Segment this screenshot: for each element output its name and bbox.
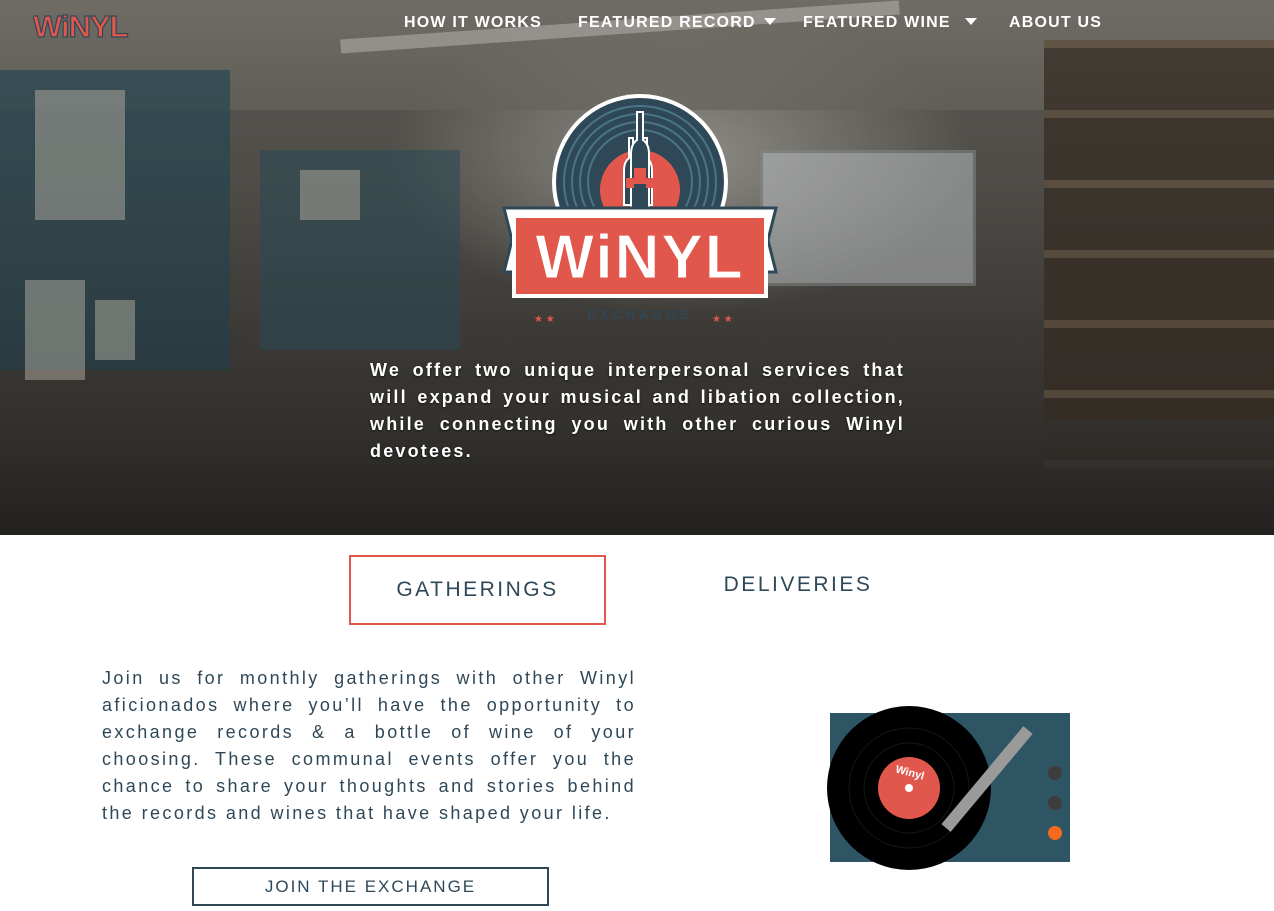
turntable-illustration: Winyl <box>827 706 1070 870</box>
nav-featured-wine-label: FEATURED WINE <box>803 14 951 31</box>
tab-gatherings[interactable]: GATHERINGS <box>349 555 606 625</box>
chevron-down-icon <box>763 18 776 25</box>
join-the-exchange-button[interactable]: JOIN THE EXCHANGE <box>192 867 549 906</box>
nav-featured-record-label: FEATURED RECORD <box>578 14 756 31</box>
knob-icon <box>1048 796 1062 810</box>
main-nav: HOW IT WORKS FEATURED RECORD FEATURED WI… <box>0 14 1274 38</box>
hero-logo-emblem: WiNYL ★ ★ ★ ★ EXCHANGE <box>502 94 778 325</box>
gatherings-description: Join us for monthly gatherings with othe… <box>102 668 636 823</box>
knob-icon <box>1048 766 1062 780</box>
knob-icon <box>1048 826 1062 840</box>
star-icon: ★ ★ <box>712 314 733 325</box>
hero-banner: WiNYL HOW IT WORKS FEATURED RECORD FEATU… <box>0 0 1274 535</box>
record-spindle <box>905 784 913 792</box>
nav-how-it-works[interactable]: HOW IT WORKS <box>404 14 542 32</box>
hero-logo-subtext: EXCHANGE <box>587 307 693 322</box>
nav-featured-wine[interactable]: FEATURED WINE <box>803 14 977 32</box>
nav-about-us[interactable]: ABOUT US <box>1009 14 1102 32</box>
hero-tagline: We offer two unique interpersonal servic… <box>370 360 905 461</box>
hero-logo-text: WiNYL <box>535 223 744 292</box>
nav-about-us-label: ABOUT US <box>1009 14 1103 31</box>
nav-featured-record[interactable]: FEATURED RECORD <box>578 14 776 32</box>
chevron-down-icon <box>964 18 977 25</box>
star-icon: ★ ★ <box>534 314 555 325</box>
nav-how-it-works-label: HOW IT WORKS <box>404 14 542 31</box>
tab-deliveries[interactable]: DELIVERIES <box>690 555 906 615</box>
